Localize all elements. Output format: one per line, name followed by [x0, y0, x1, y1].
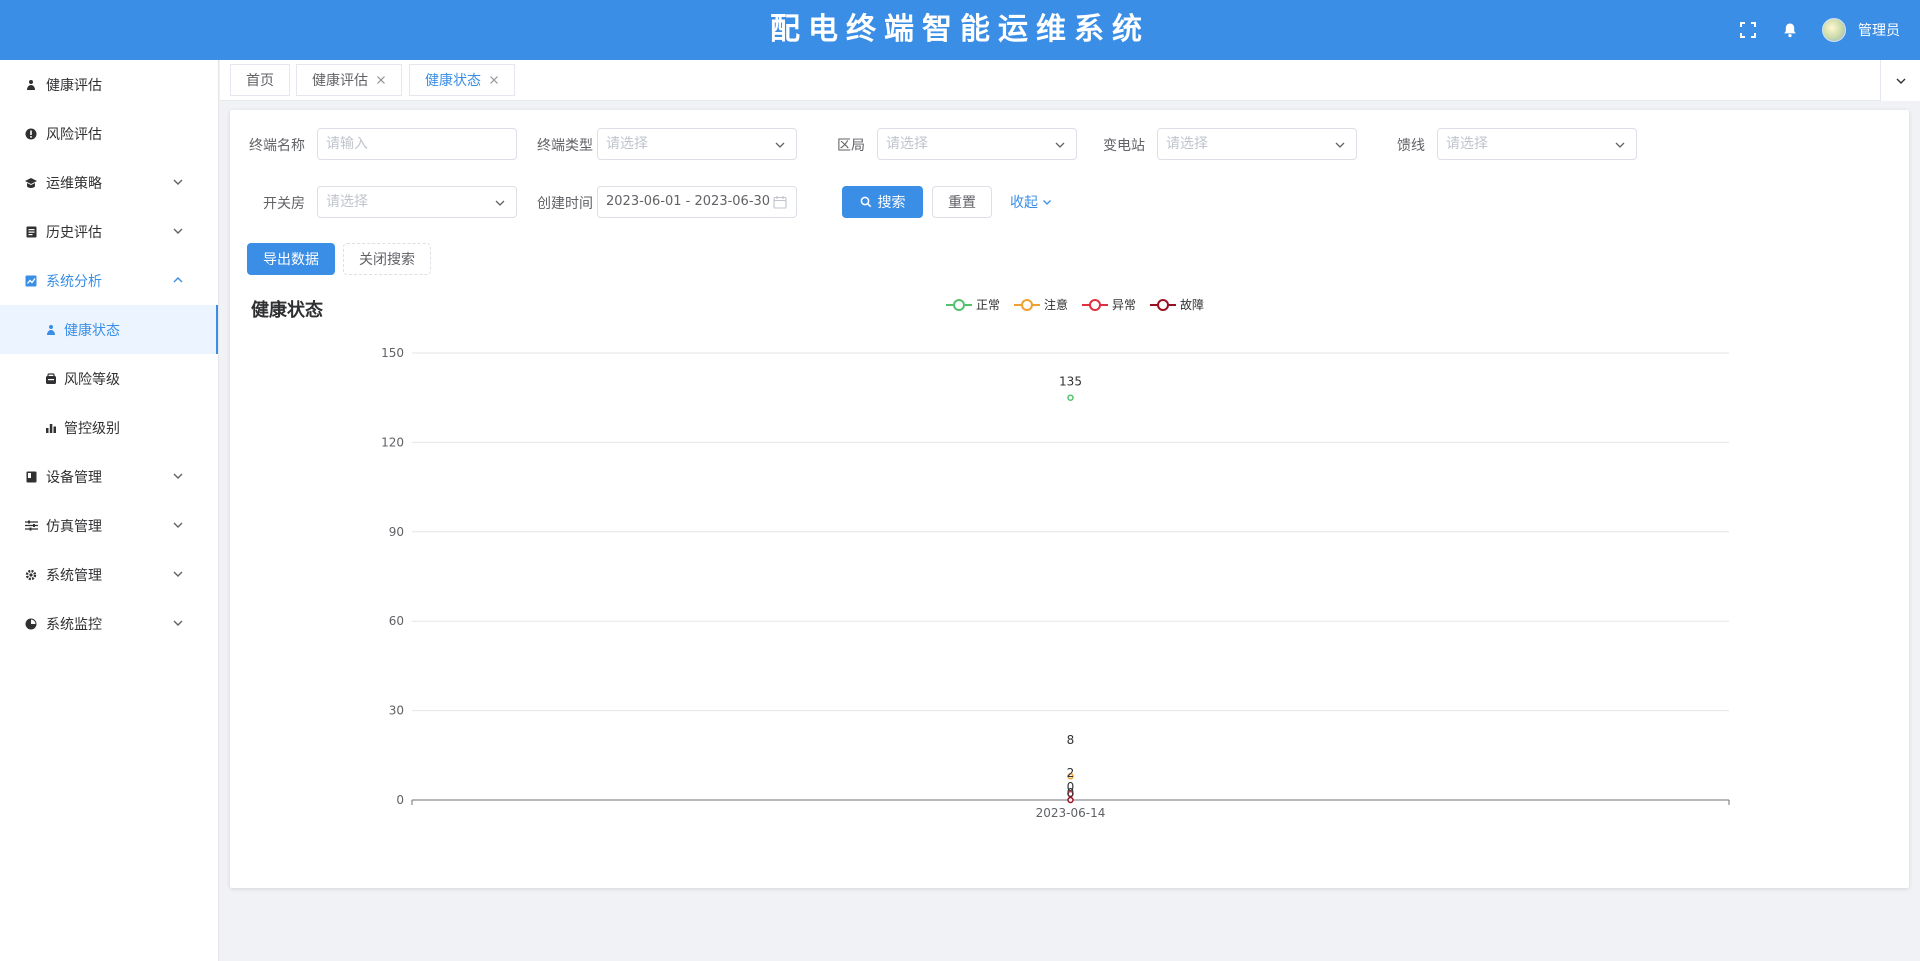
avatar[interactable]	[1822, 18, 1846, 42]
sidebar-item-simulation[interactable]: 仿真管理	[0, 501, 218, 550]
sidebar-subitem-health-status[interactable]: 健康状态	[0, 305, 218, 354]
header-actions: 管理员	[1738, 0, 1900, 60]
sidebar-item-label: 系统分析	[46, 273, 102, 290]
sidebar-item-system-analysis[interactable]: 系统分析	[0, 256, 218, 305]
health-status-chart: 03060901201502023-06-141358200	[381, 346, 1730, 820]
data-label: 135	[1059, 375, 1082, 389]
tabs-menu-button[interactable]	[1880, 60, 1920, 101]
tabs-bar: 首页 健康评估 健康状态	[220, 60, 1920, 101]
fullscreen-icon[interactable]	[1738, 20, 1758, 40]
sidebar-item-device-management[interactable]: 设备管理	[0, 452, 218, 501]
chevron-up-icon	[173, 277, 183, 283]
y-tick-label: 150	[381, 346, 404, 360]
tab-label: 健康评估	[312, 73, 368, 89]
sidebar: 健康评估 风险评估 运维策略 历史评估 系统分析 健康状态 风险等级 管控级别 …	[0, 60, 219, 961]
sidebar-item-label: 健康评估	[46, 77, 102, 94]
chevron-down-icon	[173, 620, 183, 626]
tab-health-status[interactable]: 健康状态	[409, 64, 515, 96]
sidebar-item-label: 仿真管理	[46, 518, 102, 535]
gear-icon	[24, 568, 38, 582]
data-label: 0	[1067, 786, 1075, 800]
health-icon	[24, 78, 38, 92]
y-tick-label: 120	[381, 435, 404, 449]
app-title: 配电终端智能运维系统	[770, 12, 1150, 47]
chevron-down-icon	[173, 228, 183, 234]
simulation-icon	[24, 519, 38, 533]
monitor-icon	[24, 617, 38, 631]
risk-level-icon	[44, 372, 58, 386]
data-point	[1067, 394, 1074, 401]
sidebar-subitem-risk-level[interactable]: 风险等级	[0, 354, 218, 403]
strategy-icon	[24, 176, 38, 190]
chevron-down-icon	[1896, 78, 1905, 84]
bell-icon[interactable]	[1780, 20, 1800, 40]
tab-label: 健康状态	[425, 73, 481, 89]
chevron-down-icon	[173, 522, 183, 528]
sidebar-item-label: 设备管理	[46, 469, 102, 486]
tab-health-assessment[interactable]: 健康评估	[296, 64, 402, 96]
y-tick-label: 90	[389, 525, 404, 539]
data-label: 2	[1067, 766, 1075, 780]
content-card: 终端名称 请输入 终端类型 请选择 区局 请选择 变电站 请选择 馈线 请选择 …	[230, 110, 1909, 888]
sidebar-item-label: 健康状态	[64, 322, 120, 339]
device-icon	[24, 470, 38, 484]
y-tick-label: 30	[389, 704, 404, 718]
chevron-down-icon	[173, 571, 183, 577]
analysis-icon	[24, 274, 38, 288]
app-header: 配电终端智能运维系统 管理员	[0, 0, 1920, 60]
sidebar-item-label: 管控级别	[64, 420, 120, 437]
sidebar-item-label: 系统监控	[46, 616, 102, 633]
sidebar-item-health-assessment[interactable]: 健康评估	[0, 60, 218, 109]
tab-label: 首页	[246, 73, 274, 89]
sidebar-item-label: 运维策略	[46, 175, 102, 192]
chevron-down-icon	[173, 179, 183, 185]
sidebar-item-label: 风险等级	[64, 371, 120, 388]
sidebar-item-label: 系统管理	[46, 567, 102, 584]
history-icon	[24, 225, 38, 239]
risk-icon	[24, 127, 38, 141]
x-tick-label: 2023-06-14	[1036, 806, 1106, 820]
close-icon[interactable]	[376, 75, 386, 85]
y-tick-label: 0	[396, 793, 404, 807]
sidebar-item-label: 风险评估	[46, 126, 102, 143]
tab-home[interactable]: 首页	[230, 64, 290, 96]
sidebar-item-label: 历史评估	[46, 224, 102, 241]
chevron-down-icon	[173, 473, 183, 479]
sidebar-item-risk-assessment[interactable]: 风险评估	[0, 109, 218, 158]
control-level-icon	[44, 421, 58, 435]
sidebar-item-history[interactable]: 历史评估	[0, 207, 218, 256]
data-label: 8	[1067, 733, 1075, 747]
sidebar-item-system-management[interactable]: 系统管理	[0, 550, 218, 599]
sidebar-item-strategy[interactable]: 运维策略	[0, 158, 218, 207]
health-status-icon	[44, 323, 58, 337]
user-name[interactable]: 管理员	[1858, 20, 1900, 40]
sidebar-subitem-control-level[interactable]: 管控级别	[0, 403, 218, 452]
y-tick-label: 60	[389, 614, 404, 628]
close-icon[interactable]	[489, 75, 499, 85]
sidebar-item-system-monitor[interactable]: 系统监控	[0, 599, 218, 648]
